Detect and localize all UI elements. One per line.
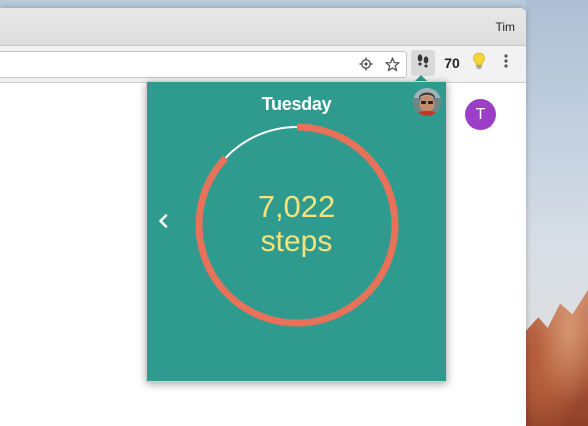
ring-remaining-arc xyxy=(224,126,297,159)
steps-count-value: 7,022 xyxy=(257,189,336,224)
lightbulb-extension-button[interactable] xyxy=(467,50,491,76)
steps-unit-label: steps xyxy=(260,225,333,258)
vertical-dots-icon xyxy=(504,53,508,73)
steps-extension-button[interactable] xyxy=(411,50,435,76)
step-count-extension-badge[interactable]: 70 xyxy=(439,50,465,76)
footprints-icon xyxy=(415,53,431,74)
target-location-icon[interactable] xyxy=(358,56,374,72)
star-icon[interactable] xyxy=(384,56,400,72)
browser-toolbar: 70 xyxy=(0,46,526,83)
lightbulb-icon xyxy=(472,52,486,75)
browser-menu-button[interactable] xyxy=(496,50,516,76)
steps-popup: Tuesday 7,022 steps xyxy=(146,81,447,382)
address-bar[interactable] xyxy=(0,51,407,78)
user-photo-avatar[interactable] xyxy=(413,88,441,116)
account-avatar[interactable]: T xyxy=(465,99,496,130)
popup-day-title: Tuesday xyxy=(261,94,332,114)
profile-name-button[interactable]: Tim xyxy=(495,20,515,34)
browser-titlebar: Tim xyxy=(0,8,526,46)
